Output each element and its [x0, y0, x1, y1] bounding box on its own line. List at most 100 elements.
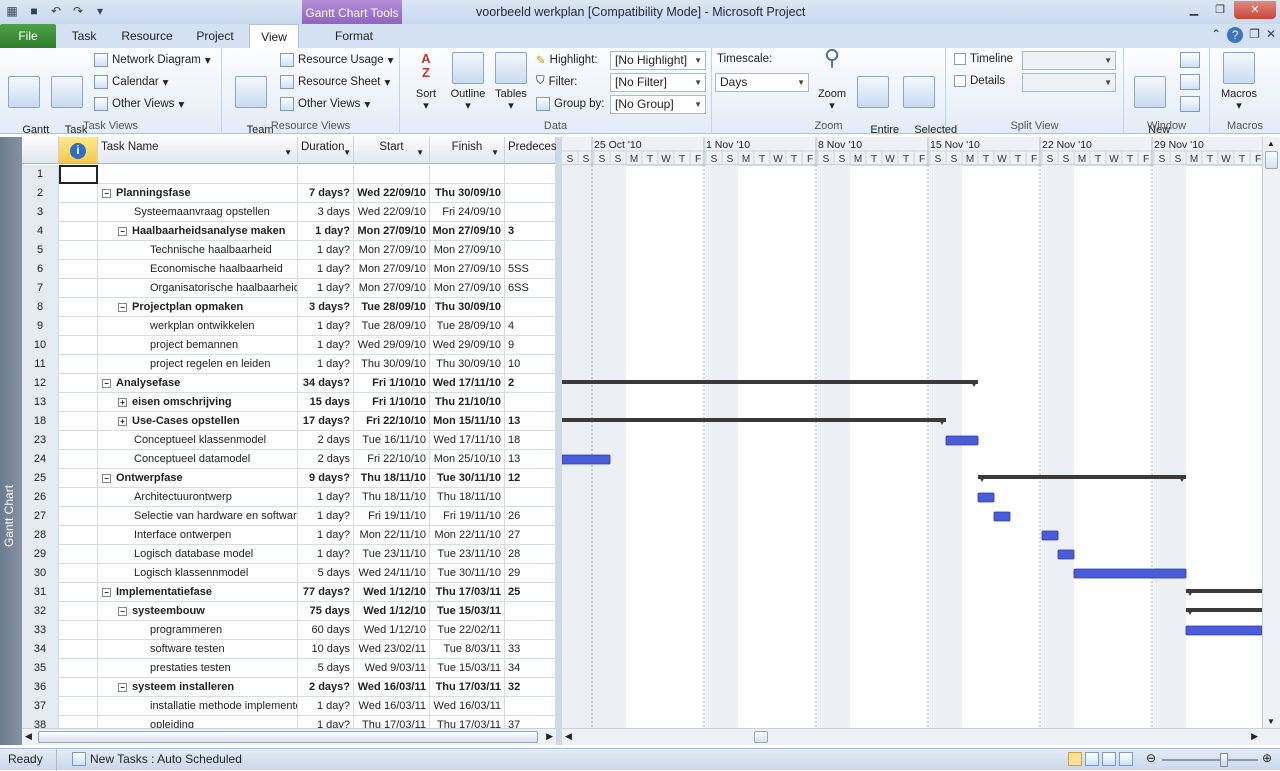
- indicator-cell[interactable]: [59, 374, 98, 393]
- duration-cell[interactable]: 3 days: [298, 203, 354, 222]
- indicator-cell[interactable]: [59, 279, 98, 298]
- duration-cell[interactable]: 5 days: [298, 564, 354, 583]
- task-name-cell[interactable]: installatie methode implementer: [98, 697, 298, 716]
- duration-cell[interactable]: 10 days: [298, 640, 354, 659]
- close-doc-icon[interactable]: ✕: [1266, 27, 1276, 43]
- task-name-cell[interactable]: prestaties testen: [98, 659, 298, 678]
- start-cell[interactable]: Fri 22/10/10: [354, 412, 430, 431]
- indicator-cell[interactable]: [59, 241, 98, 260]
- indicator-cell[interactable]: [59, 545, 98, 564]
- indicator-cell[interactable]: [59, 602, 98, 621]
- finish-cell[interactable]: Thu 17/03/11: [430, 716, 505, 728]
- task-name-cell[interactable]: + eisen omschrijving: [98, 393, 298, 412]
- finish-cell[interactable]: Mon 25/10/10: [430, 450, 505, 469]
- tab-format[interactable]: Format: [326, 24, 382, 48]
- finish-cell[interactable]: Wed 29/09/10: [430, 336, 505, 355]
- duration-cell[interactable]: 1 day?: [298, 526, 354, 545]
- indicator-cell[interactable]: [59, 222, 98, 241]
- start-cell[interactable]: Thu 30/09/10: [354, 355, 430, 374]
- indicator-cell[interactable]: [59, 583, 98, 602]
- timeline-check[interactable]: [954, 53, 966, 65]
- predecessors-cell[interactable]: [505, 165, 556, 184]
- finish-cell[interactable]: Mon 27/09/10: [430, 260, 505, 279]
- duration-cell[interactable]: 1 day?: [298, 336, 354, 355]
- start-cell[interactable]: Mon 27/09/10: [354, 260, 430, 279]
- network-diagram-button[interactable]: Network Diagram ▾: [94, 53, 211, 67]
- task-bar[interactable]: [562, 454, 611, 465]
- zoom-out-icon[interactable]: ⊖: [1146, 751, 1156, 765]
- undo-icon[interactable]: ↶: [48, 3, 64, 19]
- indicator-cell[interactable]: [59, 621, 98, 640]
- start-cell[interactable]: Tue 28/09/10: [354, 298, 430, 317]
- task-name-cell[interactable]: − systeembouw: [98, 602, 298, 621]
- start-cell[interactable]: Wed 1/12/10: [354, 621, 430, 640]
- task-bar[interactable]: [945, 435, 979, 446]
- table-row[interactable]: 5 Technische haalbaarheid 1 day? Mon 27/09/…: [22, 241, 556, 260]
- gantt-chart-area[interactable]: SSSSMTWTFSSMTWTFSSMTWTFSSMTWTFSSMTWTFSSM…: [562, 137, 1262, 728]
- start-cell[interactable]: Wed 22/09/10: [354, 184, 430, 203]
- minimize-button[interactable]: ▁: [1182, 1, 1206, 19]
- table-row[interactable]: 13 + eisen omschrijving 15 days Fri 1/10/10 T…: [22, 393, 556, 412]
- maximize-button[interactable]: ❐: [1208, 1, 1232, 19]
- summary-bar[interactable]: [1186, 608, 1262, 612]
- duration-cell[interactable]: 1 day?: [298, 279, 354, 298]
- task-bar[interactable]: [1041, 530, 1059, 541]
- task-name-cell[interactable]: Technische haalbaarheid: [98, 241, 298, 260]
- column-header-task-name[interactable]: Task Name ▼: [98, 137, 298, 164]
- duration-cell[interactable]: 3 days?: [298, 298, 354, 317]
- start-cell[interactable]: Thu 18/11/10: [354, 488, 430, 507]
- table-row[interactable]: 2− Planningsfase 7 days? Wed 22/09/10 Thu 30…: [22, 184, 556, 203]
- indicator-cell[interactable]: [59, 203, 98, 222]
- finish-cell[interactable]: Tue 22/02/11: [430, 621, 505, 640]
- gantt-view-shortcut-icon[interactable]: [1068, 752, 1082, 766]
- column-header-predecessors[interactable]: Predeces: [505, 137, 556, 164]
- duration-cell[interactable]: 60 days: [298, 621, 354, 640]
- finish-cell[interactable]: Wed 16/03/11: [430, 697, 505, 716]
- zoom-in-icon[interactable]: ⊕: [1262, 751, 1272, 765]
- predecessors-cell[interactable]: 27: [505, 526, 556, 545]
- task-name-cell[interactable]: Conceptueel klassenmodel: [98, 431, 298, 450]
- indicator-cell[interactable]: [59, 431, 98, 450]
- task-usage-shortcut-icon[interactable]: [1085, 752, 1099, 766]
- grid-horizontal-scrollbar[interactable]: ◀ ▶: [22, 728, 556, 745]
- task-name-cell[interactable]: Economische haalbaarheid: [98, 260, 298, 279]
- finish-cell[interactable]: Thu 30/09/10: [430, 355, 505, 374]
- arrange-all-icon[interactable]: [1180, 52, 1200, 68]
- duration-cell[interactable]: 1 day?: [298, 545, 354, 564]
- task-name-cell[interactable]: − systeem installeren: [98, 678, 298, 697]
- predecessors-cell[interactable]: [505, 241, 556, 260]
- restore-doc-icon[interactable]: ❐: [1249, 27, 1260, 43]
- task-name-cell[interactable]: Logisch database model: [98, 545, 298, 564]
- task-name-cell[interactable]: software testen: [98, 640, 298, 659]
- timeline-dropdown[interactable]: ▼: [1022, 51, 1116, 70]
- duration-cell[interactable]: 1 day?: [298, 241, 354, 260]
- duration-cell[interactable]: 1 day?: [298, 355, 354, 374]
- duration-cell[interactable]: 2 days: [298, 431, 354, 450]
- predecessors-cell[interactable]: 12: [505, 469, 556, 488]
- help-icon[interactable]: ?: [1227, 27, 1244, 43]
- predecessors-cell[interactable]: 4: [505, 317, 556, 336]
- duration-cell[interactable]: 17 days?: [298, 412, 354, 431]
- finish-cell[interactable]: [430, 165, 505, 184]
- duration-cell[interactable]: 77 days?: [298, 583, 354, 602]
- table-row[interactable]: 10 project bemannen 1 day? Wed 29/09/10 Wed …: [22, 336, 556, 355]
- resource-usage-button[interactable]: Resource Usage ▾: [280, 53, 393, 67]
- start-cell[interactable]: Mon 22/11/10: [354, 526, 430, 545]
- timeline-checkbox[interactable]: Timeline: [954, 53, 1013, 65]
- finish-cell[interactable]: Tue 28/09/10: [430, 317, 505, 336]
- task-name-cell[interactable]: project regelen en leiden: [98, 355, 298, 374]
- zoom-slider-thumb[interactable]: [1220, 753, 1228, 767]
- start-cell[interactable]: Wed 16/03/11: [354, 678, 430, 697]
- task-name-cell[interactable]: opleiding: [98, 716, 298, 728]
- scroll-left-icon[interactable]: ◀: [25, 731, 32, 742]
- customize-qat-icon[interactable]: ▾: [92, 3, 108, 19]
- predecessors-cell[interactable]: 25: [505, 583, 556, 602]
- finish-cell[interactable]: Tue 8/03/11: [430, 640, 505, 659]
- table-row[interactable]: 18 + Use-Cases opstellen 17 days? Fri 22/10/…: [22, 412, 556, 431]
- close-button[interactable]: ✕: [1234, 1, 1276, 19]
- table-row[interactable]: 38 opleiding 1 day? Thu 17/03/11 Thu 17/03/1…: [22, 716, 556, 728]
- table-row[interactable]: 36− systeem installeren 2 days? Wed 16/03/1…: [22, 678, 556, 697]
- finish-cell[interactable]: Tue 30/11/10: [430, 564, 505, 583]
- save-icon[interactable]: ■: [26, 3, 42, 19]
- predecessors-cell[interactable]: [505, 298, 556, 317]
